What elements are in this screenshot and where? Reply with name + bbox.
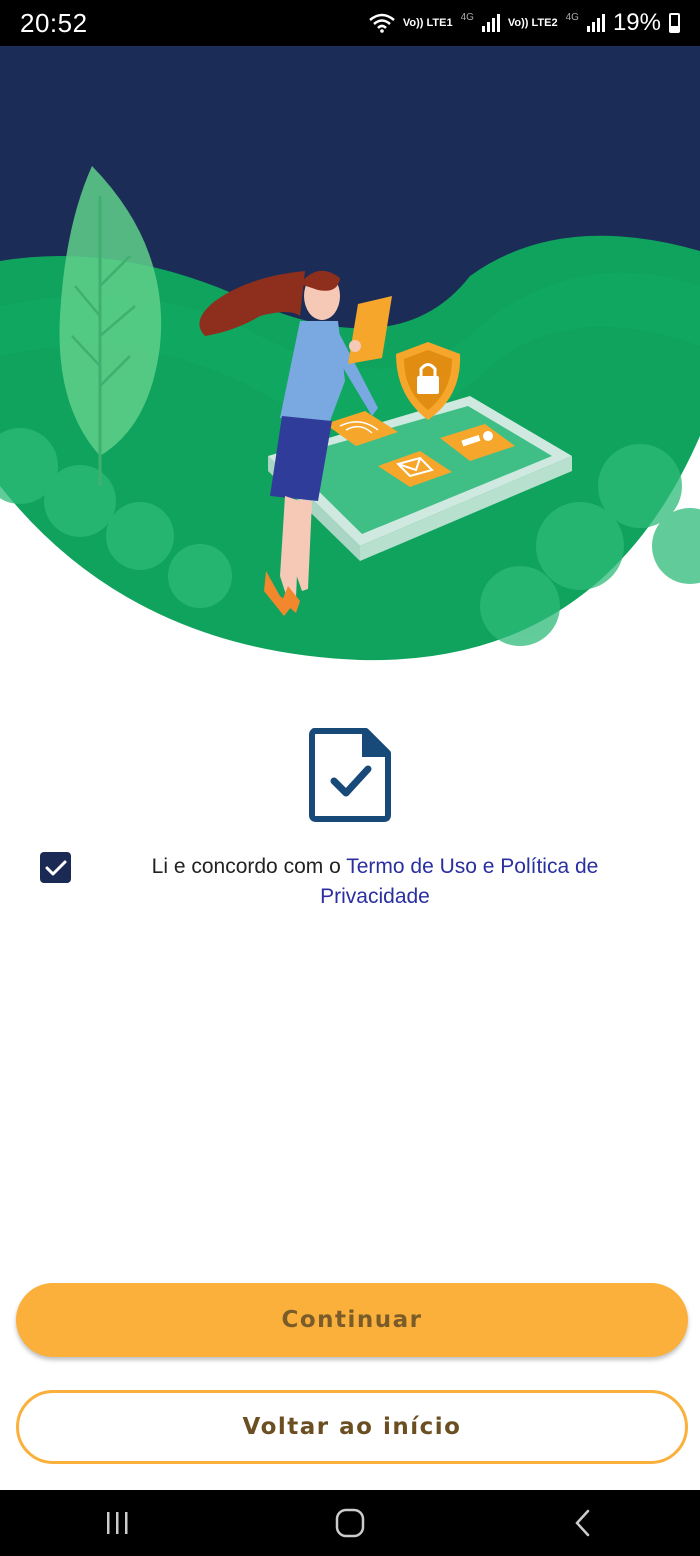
network-type-1: 4G xyxy=(460,11,474,23)
home-icon xyxy=(335,1508,365,1538)
document-check-icon xyxy=(309,728,391,822)
status-icons: Vo)) LTE1 4G Vo)) LTE2 4G 19% xyxy=(369,9,680,37)
home-button[interactable] xyxy=(320,1493,380,1553)
checkmark-icon xyxy=(45,860,66,875)
signal-icon-1 xyxy=(481,14,500,32)
wifi-icon xyxy=(369,13,395,33)
sim2-label: Vo)) LTE2 xyxy=(507,16,558,29)
sim1-label: Vo)) LTE1 xyxy=(402,16,453,29)
continue-button[interactable]: Continuar xyxy=(16,1283,688,1357)
recent-apps-icon xyxy=(106,1512,128,1534)
terms-link[interactable]: Termo de Uso e Política de Privacidade xyxy=(320,855,598,908)
battery-percent: 19% xyxy=(612,9,661,36)
terms-prefix: Li e concordo com o xyxy=(151,855,347,878)
status-time: 20:52 xyxy=(20,7,88,38)
network-type-2: 4G xyxy=(565,11,579,23)
status-bar: 20:52 Vo)) LTE1 4G Vo)) LTE2 4G 19% xyxy=(0,0,700,46)
navigation-bar xyxy=(0,1490,700,1556)
back-button[interactable] xyxy=(553,1493,613,1553)
terms-row: Li e concordo com o Termo de Uso e Polít… xyxy=(0,848,700,918)
back-to-start-button[interactable]: Voltar ao início xyxy=(16,1390,688,1464)
terms-text: Li e concordo com o Termo de Uso e Polít… xyxy=(120,852,630,912)
back-icon xyxy=(575,1509,590,1537)
terms-checkbox[interactable] xyxy=(40,852,71,883)
hero-illustration xyxy=(0,46,700,666)
signal-icon-2 xyxy=(586,14,605,32)
battery-icon xyxy=(669,13,680,33)
recent-apps-button[interactable] xyxy=(87,1493,147,1553)
